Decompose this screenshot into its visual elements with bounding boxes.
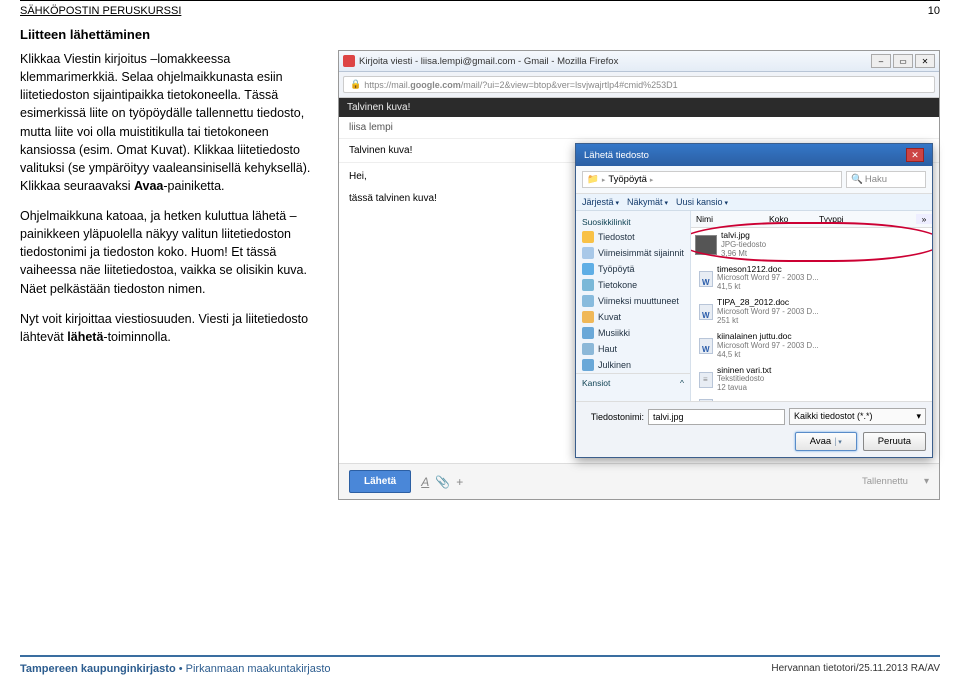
doc-icon bbox=[699, 271, 713, 287]
saved-indicator: Tallennettu bbox=[862, 476, 908, 487]
file-list: Nimi Koko Tyyppi » talvi.jpgJPG-tiedosto… bbox=[691, 211, 932, 401]
doc-header-title: SÄHKÖPOSTIN PERUSKURSSI bbox=[20, 5, 181, 17]
doc-icon bbox=[699, 338, 713, 354]
file-row[interactable]: TIPA_28_2012.docMicrosoft Word 97 - 2003… bbox=[691, 295, 932, 329]
txt-icon bbox=[699, 372, 713, 388]
firefox-favicon bbox=[343, 55, 355, 67]
format-icon[interactable]: A bbox=[421, 475, 429, 489]
send-button[interactable]: Lähetä bbox=[349, 470, 411, 493]
file-thumbnail bbox=[695, 235, 717, 255]
page-number: 10 bbox=[928, 5, 940, 17]
doc-icon bbox=[699, 399, 713, 401]
add-icon[interactable]: + bbox=[456, 475, 463, 489]
compose-title: Talvinen kuva! bbox=[339, 98, 939, 117]
file-row[interactable]: KirjaHetki kiinalainen juttu.doc bbox=[691, 396, 932, 401]
cancel-button[interactable]: Peruuta bbox=[863, 432, 926, 451]
dialog-sidebar: Suosikkilinkit Tiedostot Viimeisimmät si… bbox=[576, 211, 691, 401]
sidebar-item[interactable]: Viimeisimmät sijainnit bbox=[576, 245, 690, 261]
attach-icon[interactable]: 📎 bbox=[435, 475, 450, 489]
col-type[interactable]: Tyyppi bbox=[819, 214, 916, 224]
library-logo: Tampereen kaupunginkirjasto • Pirkanmaan… bbox=[20, 663, 331, 675]
footer-date: Hervannan tietotori/25.11.2013 RA/AV bbox=[771, 663, 940, 674]
lock-icon: 🔒 bbox=[350, 79, 361, 90]
dialog-title: Lähetä tiedosto bbox=[584, 150, 906, 161]
dialog-search[interactable]: 🔍 Haku bbox=[846, 171, 926, 188]
file-row[interactable]: sininen vari.txtTekstitiedosto12 tavua bbox=[691, 363, 932, 397]
organize-menu[interactable]: Järjestä bbox=[582, 197, 619, 207]
file-row[interactable]: talvi.jpgJPG-tiedosto3,96 Mt bbox=[691, 228, 932, 262]
compose-from[interactable]: liisa lempi bbox=[339, 117, 939, 139]
views-menu[interactable]: Näkymät bbox=[627, 197, 668, 207]
window-title: Kirjoita viesti - liisa.lempi@gmail.com … bbox=[359, 56, 871, 67]
chevron-down-icon[interactable]: ▾ bbox=[924, 476, 929, 487]
close-button[interactable]: ✕ bbox=[915, 54, 935, 68]
paragraph-1: Klikkaa Viestin kirjoitus –lomakkeessa k… bbox=[20, 50, 320, 195]
minimize-button[interactable]: – bbox=[871, 54, 891, 68]
breadcrumb[interactable]: 📁 ▸ Työpöytä ▸ bbox=[582, 171, 842, 188]
sidebar-item[interactable]: Tiedostot bbox=[576, 229, 690, 245]
section-title: Liitteen lähettäminen bbox=[0, 17, 960, 50]
dialog-toolbar: Järjestä Näkymät Uusi kansio bbox=[576, 194, 932, 211]
col-size[interactable]: Koko bbox=[769, 214, 819, 224]
sidebar-item[interactable]: Työpöytä bbox=[576, 261, 690, 277]
sidebar-item[interactable]: Haut bbox=[576, 341, 690, 357]
col-more[interactable]: » bbox=[916, 214, 932, 224]
firefox-window: Kirjoita viesti - liisa.lempi@gmail.com … bbox=[338, 50, 940, 500]
filetype-filter[interactable]: Kaikki tiedostot (*.*)▾ bbox=[789, 408, 926, 425]
open-button[interactable]: Avaa │▾ bbox=[795, 432, 857, 451]
instruction-text: Klikkaa Viestin kirjoitus –lomakkeessa k… bbox=[20, 50, 320, 500]
filename-input[interactable]: talvi.jpg bbox=[648, 409, 785, 425]
doc-icon bbox=[699, 304, 713, 320]
sidebar-item[interactable]: Julkinen bbox=[576, 357, 690, 373]
paragraph-2: Ohjelmaikkuna katoaa, ja hetken kuluttua… bbox=[20, 207, 320, 298]
sidebar-item[interactable]: Kuvat bbox=[576, 309, 690, 325]
sidebar-item[interactable]: Viimeksi muuttuneet bbox=[576, 293, 690, 309]
col-name[interactable]: Nimi bbox=[691, 214, 769, 224]
maximize-button[interactable]: ▭ bbox=[893, 54, 913, 68]
search-icon: 🔍 bbox=[851, 174, 863, 185]
file-open-dialog: Lähetä tiedosto ✕ 📁 ▸ Työpöytä ▸ 🔍 Haku bbox=[575, 143, 933, 458]
sidebar-item[interactable]: Tietokone bbox=[576, 277, 690, 293]
address-bar[interactable]: 🔒 https://mail.google.com/mail/?ui=2&vie… bbox=[343, 76, 935, 93]
newfolder-menu[interactable]: Uusi kansio bbox=[676, 197, 728, 207]
file-row[interactable]: timeson1212.docMicrosoft Word 97 - 2003 … bbox=[691, 262, 932, 296]
sidebar-item[interactable]: Musiikki bbox=[576, 325, 690, 341]
dialog-close-button[interactable]: ✕ bbox=[906, 148, 924, 162]
paragraph-3: Nyt voit kirjoittaa viestiosuuden. Viest… bbox=[20, 310, 320, 346]
filename-label: Tiedostonimi: bbox=[582, 412, 644, 422]
sidebar-folders-header[interactable]: Kansiot ^ bbox=[576, 373, 690, 392]
file-row[interactable]: kiinalainen juttu.docMicrosoft Word 97 -… bbox=[691, 329, 932, 363]
folder-icon: 📁 bbox=[587, 174, 599, 185]
